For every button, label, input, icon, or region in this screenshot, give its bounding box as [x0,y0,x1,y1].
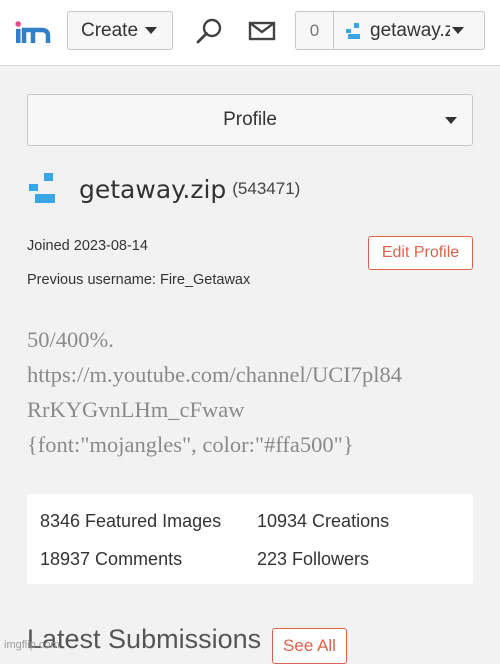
chevron-down-icon [452,27,464,34]
profile-bio: 50/400%. https://m.youtube.com/channel/U… [27,322,477,462]
profile-stats-panel: 8346 Featured Images 10934 Creations 189… [27,494,473,584]
stat-followers[interactable]: 223 Followers [257,549,369,570]
profile-user-id: (543471) [232,179,301,198]
joined-date: Joined 2023-08-14 [27,238,148,254]
bio-line: RrKYGvnLHm_cFwaw [27,397,245,422]
create-label: Create [81,19,139,41]
user-heading: getaway.zip (543471) [27,172,300,206]
previous-username: Previous username: Fire_Getawax [27,272,251,288]
see-all-label: See All [283,636,336,655]
top-navigation-bar: Create 0 getaway.zip [0,0,500,66]
latest-submissions-heading: Latest Submissions [27,624,262,654]
see-all-button[interactable]: See All [272,628,347,664]
search-icon [196,18,222,44]
notification-count-button[interactable]: 0 [295,11,334,50]
user-menu-button[interactable]: getaway.zip [333,11,485,50]
stat-creations[interactable]: 10934 Creations [257,511,389,532]
stat-comments[interactable]: 18937 Comments [40,549,182,570]
user-avatar [29,173,55,203]
profile-username: getaway.zip [79,174,227,204]
profile-section-dropdown[interactable]: Profile [27,94,473,146]
messages-button[interactable] [246,15,278,47]
stat-featured-images[interactable]: 8346 Featured Images [40,511,221,532]
chevron-down-icon [445,117,457,124]
header-username: getaway.zip [370,19,450,41]
edit-profile-button[interactable]: Edit Profile [368,236,473,270]
create-menu-button[interactable]: Create [67,11,173,50]
user-avatar-icon [346,22,360,39]
profile-select-value: Profile [223,109,277,130]
watermark: imgflip.com [4,639,60,651]
search-button[interactable] [193,15,225,47]
bio-line: 50/400%. [27,327,114,352]
chevron-down-icon [145,27,158,34]
notification-count: 0 [309,20,320,40]
bio-line: {font:"mojangles", color:"#ffa500"} [27,432,354,457]
edit-profile-label: Edit Profile [381,244,460,261]
mail-icon [248,21,276,41]
bio-line: https://m.youtube.com/channel/UCI7pl84 [27,362,402,387]
imgflip-logo[interactable] [14,20,54,46]
